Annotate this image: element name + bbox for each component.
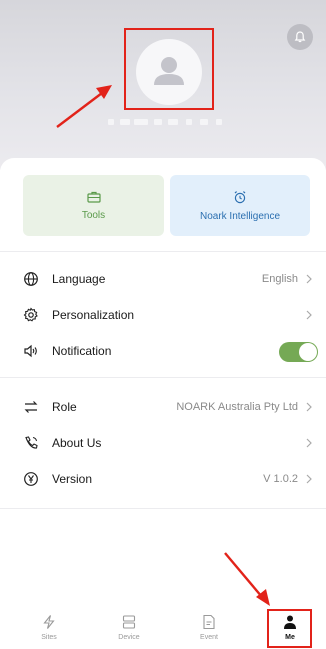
settings-row-about-us[interactable]: About Us <box>0 425 326 461</box>
noark-intelligence-card-label: Noark Intelligence <box>199 210 281 222</box>
chevron-right-icon <box>306 438 312 448</box>
chevron-right-icon <box>306 402 312 412</box>
tab-label: Event <box>200 634 218 641</box>
section-divider <box>0 377 326 378</box>
notification-toggle[interactable] <box>279 342 318 362</box>
chevron-right-icon <box>306 310 312 320</box>
notification-bell-button[interactable] <box>287 24 313 50</box>
settings-row-role[interactable]: Role NOARK Australia Pty Ltd <box>0 389 326 425</box>
settings-row-label: About Us <box>52 436 102 450</box>
language-value: English <box>261 273 298 285</box>
lightning-icon <box>43 615 55 629</box>
settings-row-label: Personalization <box>52 308 135 322</box>
tab-device[interactable]: Device <box>99 600 159 649</box>
toggle-knob <box>299 343 317 361</box>
tools-card[interactable]: Tools <box>23 175 164 236</box>
me-tab-highlight-box <box>267 609 312 648</box>
tab-label: Device <box>118 634 140 641</box>
section-divider <box>0 508 326 509</box>
globe-icon <box>24 272 38 286</box>
noark-intelligence-card[interactable]: Noark Intelligence <box>170 175 310 236</box>
speaker-icon <box>24 344 37 358</box>
swap-icon <box>24 401 38 413</box>
tab-event[interactable]: Event <box>179 600 239 649</box>
tab-label: Sites <box>41 634 57 641</box>
section-divider <box>0 251 326 252</box>
username-masked <box>106 115 230 129</box>
settings-row-version[interactable]: Version V 1.0.2 <box>0 461 326 497</box>
yen-circle-icon <box>24 472 38 486</box>
alarm-clock-icon <box>234 190 246 203</box>
settings-row-label: Notification <box>52 344 112 358</box>
bell-icon <box>294 31 306 43</box>
chevron-right-icon <box>306 274 312 284</box>
chevron-right-icon <box>306 474 312 484</box>
tools-card-label: Tools <box>81 209 106 221</box>
settings-row-label: Version <box>52 472 93 486</box>
gear-icon <box>23 307 38 322</box>
device-icon <box>122 615 136 629</box>
settings-row-label: Language <box>52 272 106 286</box>
settings-row-language[interactable]: Language English <box>0 261 326 297</box>
briefcase-icon <box>86 191 101 203</box>
version-value: V 1.0.2 <box>263 473 298 485</box>
settings-row-personalization[interactable]: Personalization <box>0 297 326 333</box>
phone-icon <box>25 436 38 449</box>
settings-row-label: Role <box>52 400 77 414</box>
settings-row-notification: Notification <box>0 333 326 369</box>
document-icon <box>203 614 215 630</box>
tab-sites[interactable]: Sites <box>19 600 79 649</box>
role-value: NOARK Australia Pty Ltd <box>176 401 298 413</box>
avatar-highlight-box <box>124 28 214 110</box>
